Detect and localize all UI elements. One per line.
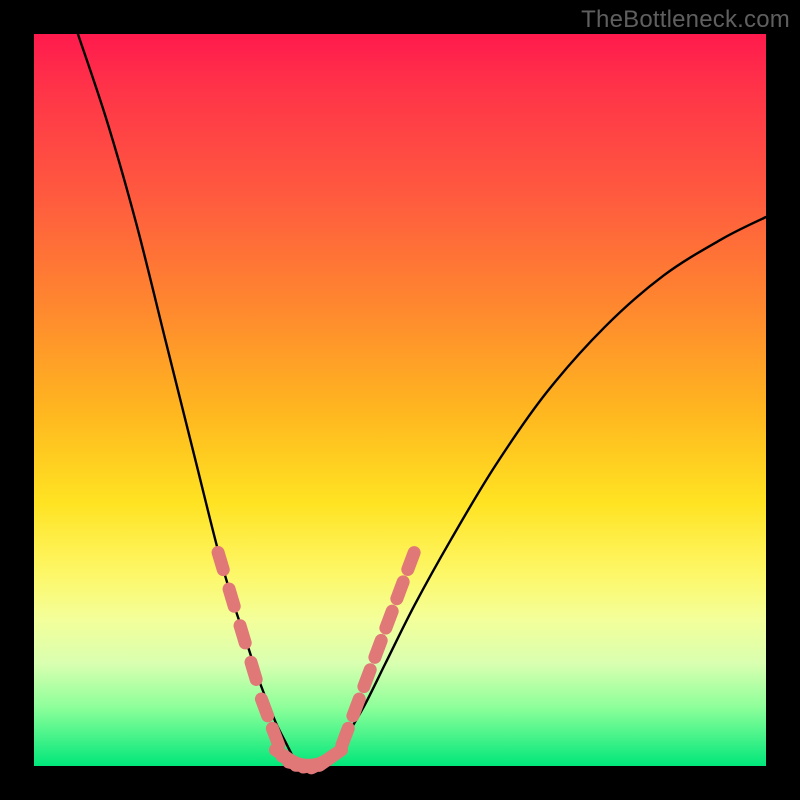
left-curve <box>78 34 298 766</box>
watermark-text: TheBottleneck.com <box>581 6 790 34</box>
bead-marker <box>327 750 342 760</box>
bead-marker <box>261 699 267 716</box>
bead-marker <box>353 699 359 716</box>
chart-frame: TheBottleneck.com <box>0 0 800 800</box>
right-curve <box>327 217 766 766</box>
bead-marker <box>397 582 403 599</box>
bead-marker <box>240 626 245 643</box>
bead-marker <box>218 552 223 569</box>
bead-marker <box>375 640 381 657</box>
bead-marker <box>364 670 370 687</box>
curve-layer <box>34 34 766 766</box>
bead-marker <box>342 728 348 745</box>
bead-marker <box>386 611 392 628</box>
bead-marker <box>272 728 278 745</box>
bead-marker <box>408 553 414 570</box>
bead-marker <box>251 662 256 679</box>
bead-marker <box>229 589 234 606</box>
plot-area <box>34 34 766 766</box>
